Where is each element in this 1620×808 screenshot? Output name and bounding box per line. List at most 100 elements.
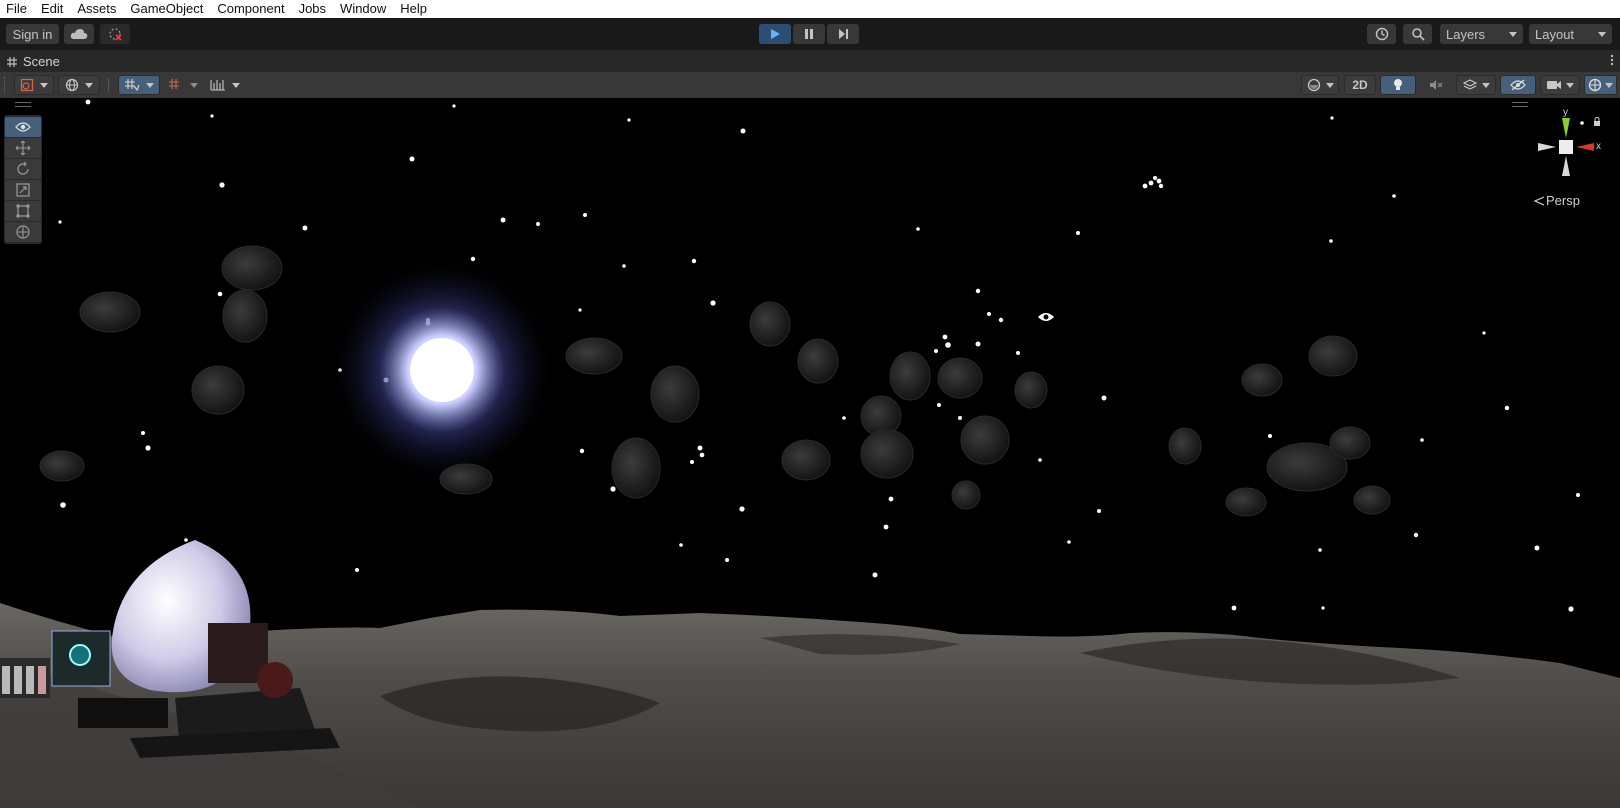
rect-transform-icon (16, 204, 30, 218)
grid-icon (7, 56, 17, 67)
grid-snap-icon (125, 79, 140, 92)
step-button[interactable] (827, 24, 859, 44)
sphere-icon (1307, 78, 1320, 92)
menu-jobs[interactable]: Jobs (293, 0, 334, 18)
chevron-down-icon (85, 82, 93, 88)
cloud-button[interactable] (64, 24, 94, 44)
menu-component[interactable]: Component (211, 0, 292, 18)
grid-snapping-toggle[interactable] (118, 75, 160, 95)
move-icon (15, 140, 31, 156)
speaker-muted-icon (1430, 80, 1443, 90)
effects-layers-icon (1462, 79, 1477, 90)
more-options-icon[interactable] (1610, 54, 1614, 69)
chevron-down-icon (1509, 31, 1517, 37)
draw-mode-dropdown[interactable] (14, 75, 54, 95)
lighting-toggle[interactable] (1380, 75, 1416, 95)
history-button[interactable] (1367, 24, 1396, 44)
transform-icon (16, 225, 30, 239)
ruler-icon (210, 80, 225, 91)
scene-viewport[interactable]: y x Persp (0, 98, 1620, 808)
gizmo-y-label: y (1563, 107, 1568, 118)
chevron-down-icon (190, 82, 198, 88)
eye-slash-icon (1510, 79, 1526, 91)
scene-tools-panel (4, 115, 42, 244)
hidden-objects-toggle[interactable] (1500, 75, 1536, 95)
search-icon (1411, 28, 1425, 41)
view-tool-button[interactable] (5, 117, 41, 137)
step-icon (839, 29, 848, 39)
gizmos-dropdown[interactable] (1584, 75, 1617, 95)
render-mode-dropdown[interactable] (1301, 75, 1339, 95)
cloud-icon (70, 29, 88, 39)
toggle-2d-button[interactable]: 2D (1344, 75, 1376, 95)
move-tool-button[interactable] (5, 138, 41, 158)
scale-tool-button[interactable] (5, 180, 41, 200)
eye-icon (15, 122, 31, 132)
light-bulb-icon (1394, 79, 1402, 90)
tools-grip[interactable] (15, 102, 31, 107)
projection-label: Persp (1546, 193, 1580, 208)
menu-help[interactable]: Help (394, 0, 435, 18)
gizmo-x-label: x (1596, 141, 1601, 152)
transform-tool-button[interactable] (5, 222, 41, 242)
layout-dropdown[interactable]: Layout (1529, 24, 1612, 44)
camera-dropdown[interactable] (1540, 75, 1580, 95)
global-dropdown[interactable] (58, 75, 100, 95)
search-button[interactable] (1403, 24, 1432, 44)
scene-render (0, 99, 1620, 808)
toolbar-divider (108, 78, 109, 92)
tab-scene-label: Scene (23, 54, 60, 69)
collab-error-icon (109, 28, 122, 41)
menu-bar: File Edit Assets GameObject Component Jo… (0, 0, 1620, 18)
layout-label: Layout (1535, 26, 1575, 42)
play-button[interactable] (759, 24, 791, 44)
scale-icon (16, 183, 30, 197)
main-toolbar: Sign in Layers Layout (0, 18, 1620, 50)
layers-dropdown[interactable]: Layers (1440, 24, 1523, 44)
projection-toggle[interactable]: Persp (1534, 193, 1580, 208)
menu-assets[interactable]: Assets (71, 0, 124, 18)
toolbar-grip (4, 77, 7, 93)
menu-file[interactable]: File (0, 0, 35, 18)
rotate-tool-button[interactable] (5, 159, 41, 179)
tab-scene[interactable]: Scene (6, 53, 60, 70)
rect-tool-button[interactable] (5, 201, 41, 221)
axis-gizmo-icon (1538, 118, 1594, 176)
shaded-mode-icon (20, 78, 34, 92)
sign-in-button[interactable]: Sign in (6, 24, 59, 44)
increment-snap-icon (169, 79, 179, 89)
history-icon (1375, 27, 1388, 41)
perspective-icon (1534, 195, 1544, 206)
audio-toggle[interactable] (1420, 75, 1452, 95)
chevron-down-icon (1598, 31, 1606, 37)
chevron-down-icon (40, 82, 48, 88)
chevron-down-icon (1605, 82, 1613, 88)
gizmo-globe-icon (1588, 78, 1602, 92)
pause-icon (805, 29, 813, 39)
menu-edit[interactable]: Edit (35, 0, 71, 18)
chevron-down-icon (1481, 82, 1490, 88)
layers-label: Layers (1446, 26, 1486, 42)
gizmo-tools-dropdown[interactable] (206, 75, 244, 95)
orientation-gizmo[interactable]: y x (1528, 107, 1604, 182)
view-cursor (1038, 313, 1054, 321)
chevron-down-icon (146, 82, 154, 88)
scene-toolbar: 2D (0, 72, 1620, 99)
chevron-down-icon (1566, 82, 1574, 88)
play-icon (771, 29, 780, 39)
collab-button[interactable] (100, 24, 130, 44)
pause-button[interactable] (793, 24, 825, 44)
menu-gameobject[interactable]: GameObject (124, 0, 211, 18)
scene-tab-bar: Scene (0, 50, 1620, 72)
menu-window[interactable]: Window (334, 0, 394, 18)
camera-icon (1547, 81, 1561, 89)
asteroids (39, 245, 1391, 517)
globe-icon (65, 78, 79, 92)
chevron-down-icon (232, 82, 240, 88)
chevron-down-icon (1325, 82, 1334, 88)
gizmo-grip[interactable] (1512, 102, 1528, 107)
rotate-icon (17, 161, 29, 175)
sun-core (410, 338, 474, 402)
effects-dropdown[interactable] (1456, 75, 1496, 95)
increment-snap-dropdown[interactable] (164, 75, 202, 95)
